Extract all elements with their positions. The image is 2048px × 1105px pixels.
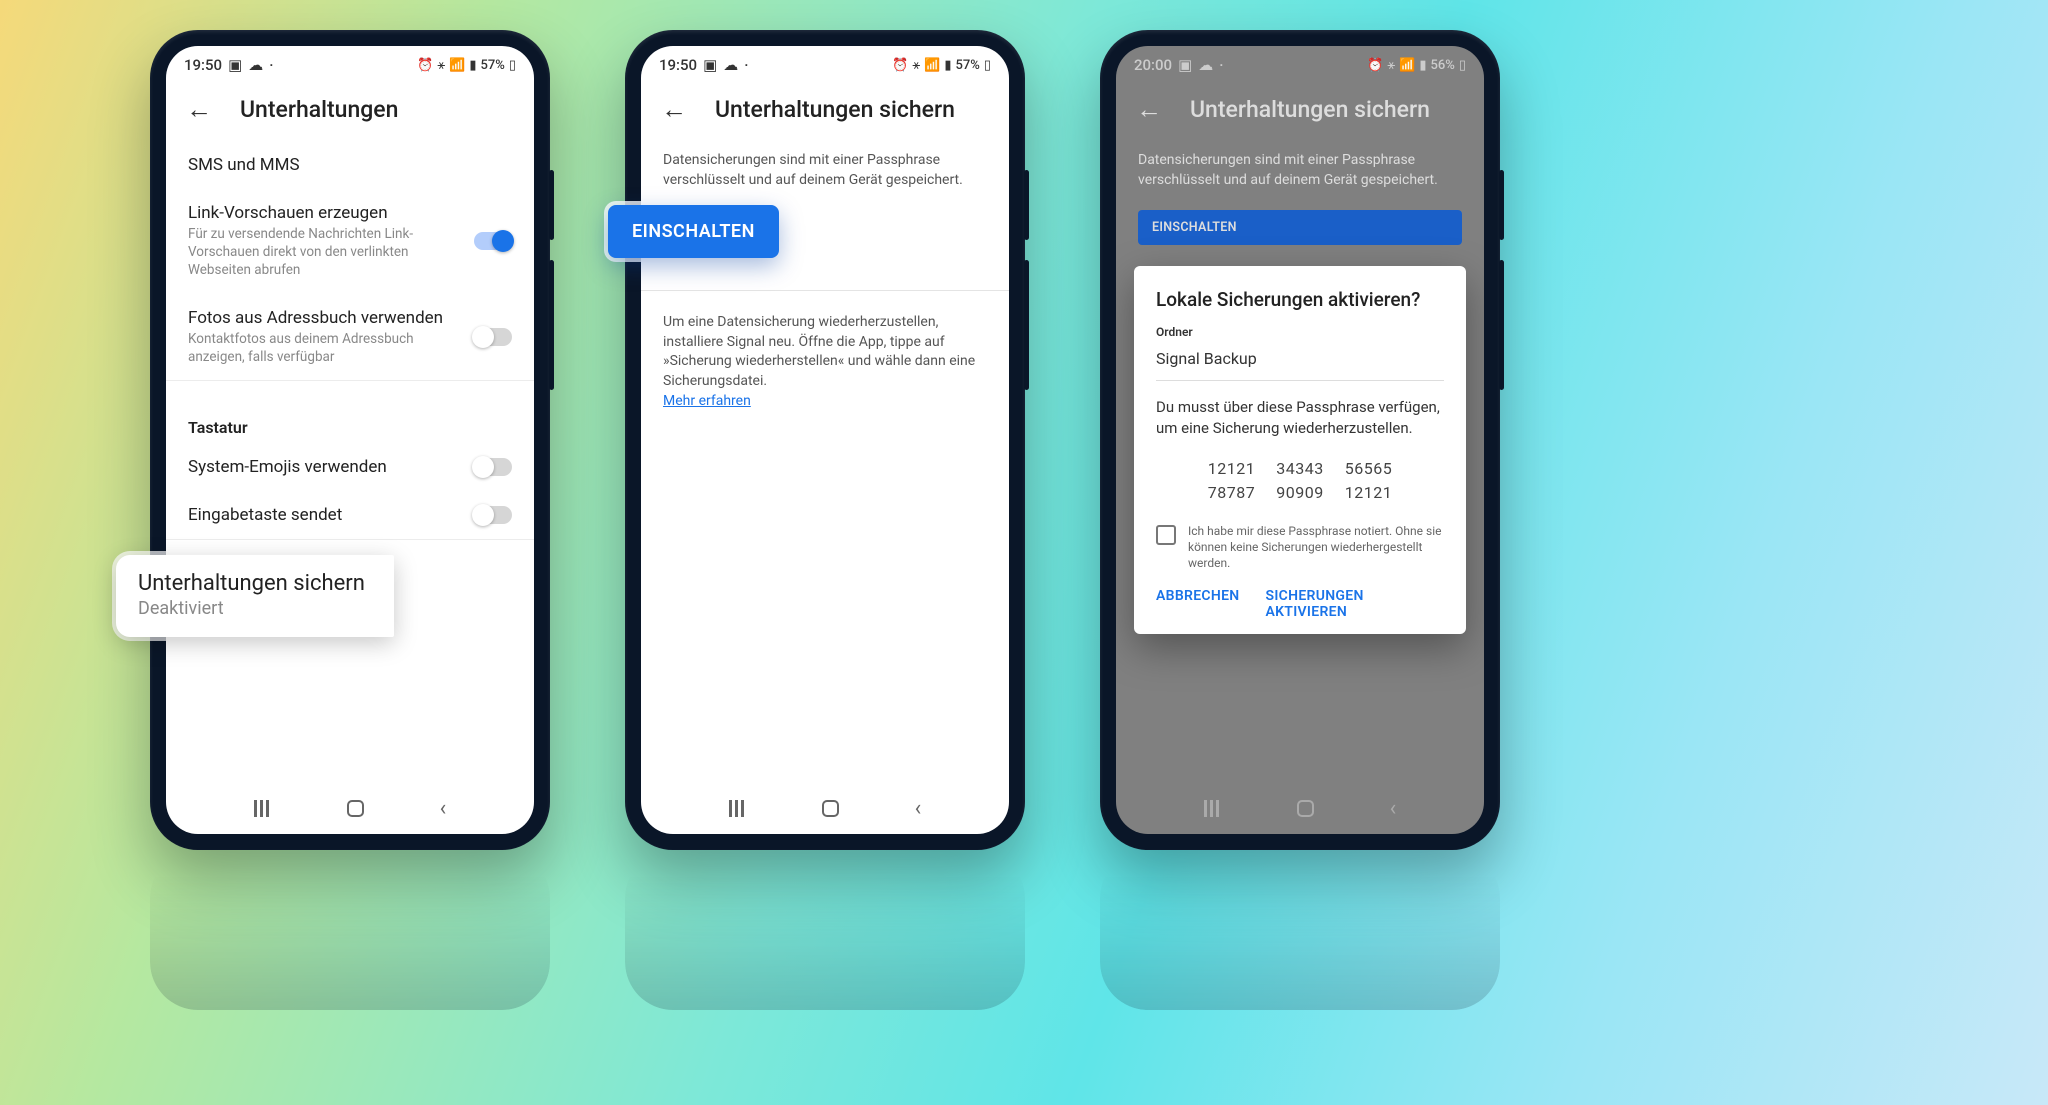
toggle-system-emoji[interactable]	[474, 458, 512, 476]
bluetooth-icon: ⚹	[437, 58, 445, 73]
confirm-passphrase-row[interactable]: Ich habe mir diese Passphrase notiert. O…	[1156, 523, 1444, 572]
more-icon: ·	[269, 56, 273, 74]
nav-home[interactable]	[1297, 800, 1314, 817]
status-time: 20:00	[1134, 56, 1172, 74]
notification-icon: ☁	[248, 56, 263, 74]
notification-icon: ☁	[723, 56, 738, 74]
row-contact-photos[interactable]: Fotos aus Adressbuch verwenden Kontaktfo…	[166, 294, 534, 380]
more-icon: ·	[1219, 56, 1223, 74]
nav-home[interactable]	[347, 800, 364, 817]
page-title: Unterhaltungen sichern	[715, 96, 955, 123]
cancel-button[interactable]: ABBRECHEN	[1156, 588, 1239, 620]
phone-3: 20:00 ▣ ☁ · ⏰ ⚹ 📶 ▮ 56% ▯ ← Unterhaltung…	[1100, 30, 1500, 850]
battery-icon: ▯	[1459, 58, 1466, 73]
back-icon: ←	[1136, 94, 1162, 125]
battery-text: 57%	[480, 58, 504, 73]
intro-text: Datensicherungen sind mit einer Passphra…	[1116, 141, 1484, 200]
status-bar: 20:00 ▣ ☁ · ⏰ ⚹ 📶 ▮ 56% ▯	[1116, 46, 1484, 80]
activate-backups-button[interactable]: SICHERUNGEN AKTIVIEREN	[1265, 588, 1444, 620]
enable-backups-button[interactable]: EINSCHALTEN	[608, 205, 779, 258]
notification-icon: ▣	[228, 56, 242, 74]
wifi-icon: 📶	[1399, 58, 1415, 73]
status-time: 19:50	[659, 56, 697, 74]
confirm-passphrase-text: Ich habe mir diese Passphrase notiert. O…	[1188, 523, 1444, 572]
toggle-enter-sends[interactable]	[474, 506, 512, 524]
battery-text: 56%	[1430, 58, 1454, 73]
page-title: Unterhaltungen	[240, 96, 398, 123]
callout-title: Unterhaltungen sichern	[138, 571, 372, 596]
folder-label: Ordner	[1156, 325, 1444, 339]
row-sms-mms[interactable]: SMS und MMS	[166, 141, 534, 189]
row-system-emoji[interactable]: System-Emojis verwenden	[166, 443, 534, 491]
signal-icon: ▮	[944, 58, 951, 73]
nav-recents[interactable]	[729, 800, 747, 817]
callout-backup-chats[interactable]: Unterhaltungen sichern Deaktiviert	[116, 555, 394, 637]
notification-icon: ▣	[1178, 56, 1192, 74]
row-enter-sends[interactable]: Eingabetaste sendet	[166, 491, 534, 539]
nav-back[interactable]: ‹	[915, 796, 922, 821]
wifi-icon: 📶	[924, 58, 940, 73]
nav-bar: ‹	[641, 788, 1009, 834]
nav-back[interactable]: ‹	[1390, 796, 1397, 821]
bluetooth-icon: ⚹	[1387, 58, 1395, 73]
dialog-title: Lokale Sicherungen aktivieren?	[1156, 288, 1444, 311]
passphrase-info: Du musst über diese Passphrase verfügen,…	[1156, 397, 1444, 439]
alarm-icon: ⏰	[417, 58, 433, 73]
nav-back[interactable]: ‹	[440, 796, 447, 821]
app-bar: ← Unterhaltungen sichern	[1116, 80, 1484, 141]
confirm-passphrase-checkbox[interactable]	[1156, 525, 1176, 545]
nav-recents[interactable]	[254, 800, 272, 817]
signal-icon: ▮	[1419, 58, 1426, 73]
alarm-icon: ⏰	[892, 58, 908, 73]
passphrase-display: 12121 34343 56565 78787 90909 12121	[1156, 457, 1444, 505]
status-time: 19:50	[184, 56, 222, 74]
battery-icon: ▯	[509, 58, 516, 73]
battery-icon: ▯	[984, 58, 991, 73]
learn-more-link[interactable]: Mehr erfahren	[663, 393, 751, 409]
row-link-previews[interactable]: Link-Vorschauen erzeugen Für zu versende…	[166, 189, 534, 294]
back-icon[interactable]: ←	[186, 94, 212, 125]
notification-icon: ▣	[703, 56, 717, 74]
enable-backups-button-dim: EINSCHALTEN	[1138, 210, 1462, 245]
nav-recents[interactable]	[1204, 800, 1222, 817]
toggle-contact-photos[interactable]	[474, 328, 512, 346]
nav-home[interactable]	[822, 800, 839, 817]
toggle-link-previews[interactable]	[474, 232, 512, 250]
back-icon[interactable]: ←	[661, 94, 687, 125]
status-bar: 19:50 ▣ ☁ · ⏰ ⚹ 📶 ▮ 57% ▯	[641, 46, 1009, 80]
phone-1: 19:50 ▣ ☁ · ⏰ ⚹ 📶 ▮ 57% ▯ ← Unterhaltung…	[150, 30, 550, 850]
bluetooth-icon: ⚹	[912, 58, 920, 73]
more-icon: ·	[744, 56, 748, 74]
page-title: Unterhaltungen sichern	[1190, 96, 1430, 123]
nav-bar: ‹	[1116, 788, 1484, 834]
section-keyboard: Tastatur	[166, 404, 534, 443]
app-bar: ← Unterhaltungen sichern	[641, 80, 1009, 141]
alarm-icon: ⏰	[1367, 58, 1383, 73]
intro-text: Datensicherungen sind mit einer Passphra…	[641, 141, 1009, 200]
folder-value: Signal Backup	[1156, 349, 1444, 368]
battery-text: 57%	[955, 58, 979, 73]
enable-local-backups-dialog: Lokale Sicherungen aktivieren? Ordner Si…	[1134, 266, 1466, 634]
callout-subtitle: Deaktiviert	[138, 598, 372, 619]
phone-2: 19:50 ▣ ☁ · ⏰ ⚹ 📶 ▮ 57% ▯ ← Unterhaltung…	[625, 30, 1025, 850]
status-bar: 19:50 ▣ ☁ · ⏰ ⚹ 📶 ▮ 57% ▯	[166, 46, 534, 80]
wifi-icon: 📶	[449, 58, 465, 73]
app-bar: ← Unterhaltungen	[166, 80, 534, 141]
notification-icon: ☁	[1198, 56, 1213, 74]
restore-text: Um eine Datensicherung wiederherzustelle…	[641, 303, 1009, 421]
nav-bar: ‹	[166, 788, 534, 834]
signal-icon: ▮	[469, 58, 476, 73]
